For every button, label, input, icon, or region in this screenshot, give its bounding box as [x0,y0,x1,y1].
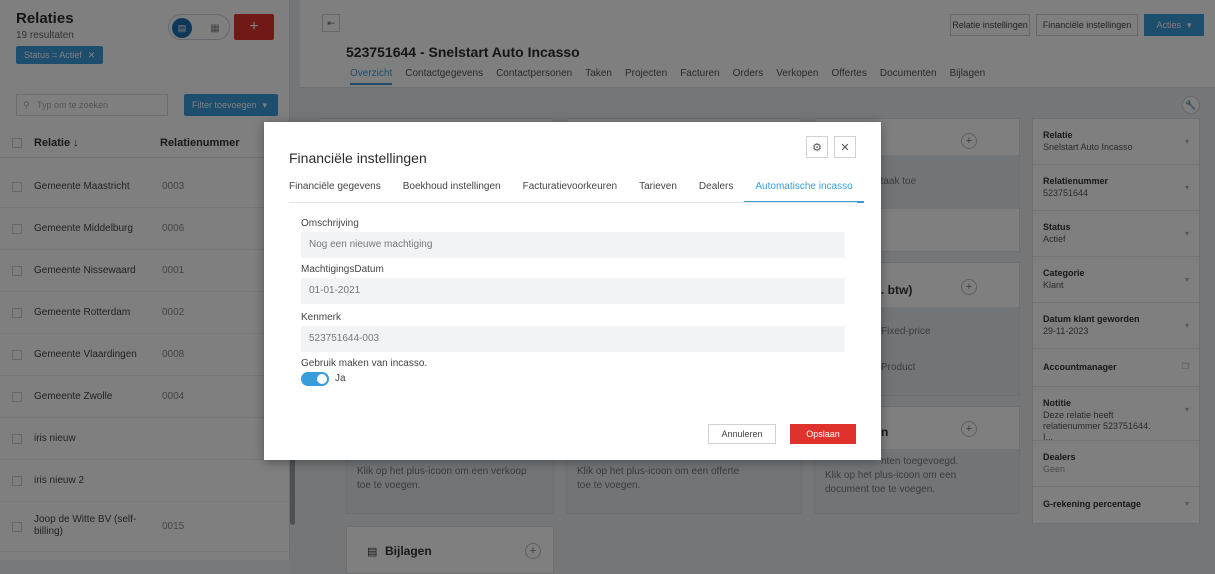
financiele-instellingen-modal: Financiële instellingen ⚙ ✕ Financiële g… [264,122,881,460]
kenmerk-label: Kenmerk [301,312,342,323]
kenmerk-field[interactable]: 523751644-003 [301,326,845,352]
omschrijving-label: Omschrijving [301,218,359,229]
tab-financiele-gegevens[interactable]: Financiële gegevens [289,181,392,203]
tab-automatische-incasso[interactable]: Automatische incasso [744,181,864,203]
modal-title: Financiële instellingen [289,150,427,166]
omschrijving-field[interactable]: Nog een nieuwe machtiging [301,232,845,258]
incasso-toggle-label: Ja [335,373,346,384]
divider [289,202,857,203]
tab-tarieven[interactable]: Tarieven [628,181,688,203]
tab-boekhoud-instellingen[interactable]: Boekhoud instellingen [392,181,512,203]
modal-tabs: Financiële gegevens Boekhoud instellinge… [289,181,864,203]
machtigingsdatum-field[interactable]: 01-01-2021 [301,278,845,304]
tab-facturatievoorkeuren[interactable]: Facturatievoorkeuren [512,181,629,203]
close-icon[interactable]: ✕ [834,136,856,158]
save-button[interactable]: Opslaan [790,424,856,444]
machtigingsdatum-label: MachtigingsDatum [301,264,384,275]
incasso-toggle[interactable] [301,372,329,386]
cancel-button[interactable]: Annuleren [708,424,776,444]
incasso-label: Gebruik maken van incasso. [301,358,428,369]
tab-dealers[interactable]: Dealers [688,181,744,203]
settings-icon[interactable]: ⚙ [806,136,828,158]
